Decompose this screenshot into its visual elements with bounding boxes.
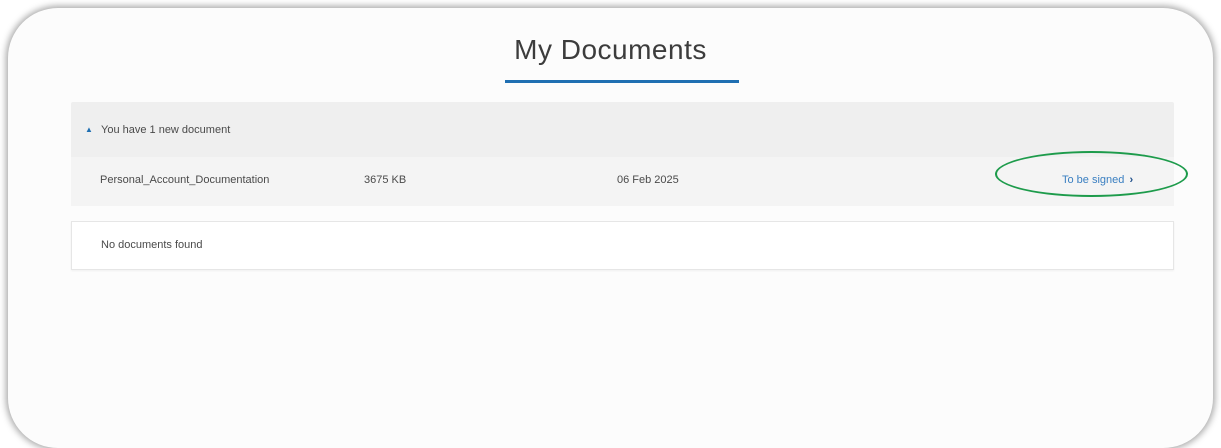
document-name: Personal_Account_Documentation: [100, 174, 270, 186]
page-title: My Documents: [514, 34, 707, 65]
no-documents-message: No documents found: [101, 239, 203, 251]
new-documents-toggle[interactable]: ▲ You have 1 new document: [71, 102, 1174, 157]
to-be-signed-label: To be signed: [1062, 174, 1125, 186]
document-date: 06 Feb 2025: [617, 174, 679, 186]
chevron-right-icon: ›: [1129, 174, 1134, 186]
documents-panel: My Documents ▲ You have 1 new document P…: [8, 8, 1213, 448]
title-underline: [505, 80, 739, 83]
to-be-signed-link[interactable]: To be signed ›: [1062, 174, 1133, 186]
document-row: Personal_Account_Documentation 3675 KB 0…: [71, 157, 1174, 206]
new-documents-count-label: You have 1 new document: [101, 123, 231, 136]
new-documents-section: ▲ You have 1 new document Personal_Accou…: [71, 102, 1174, 206]
chevron-up-icon: ▲: [85, 125, 93, 134]
documents-list-empty: No documents found: [71, 221, 1174, 270]
document-size: 3675 KB: [364, 174, 407, 186]
